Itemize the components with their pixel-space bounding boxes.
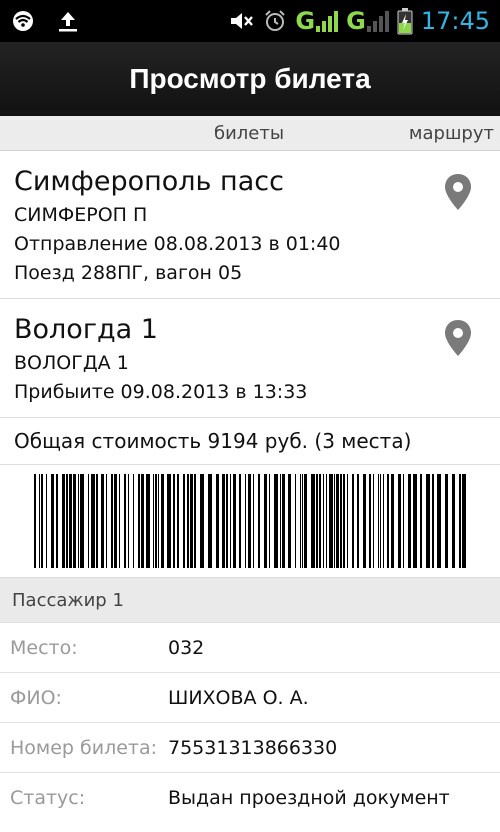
arrival-station-card: Вологда 1 ВОЛОГДА 1 Прибыите 09.08.2013 … xyxy=(0,299,500,418)
train-info: Поезд 288ПГ, вагон 05 xyxy=(14,262,243,284)
detail-row-name: ФИО: ШИХОВА О. А. xyxy=(0,672,500,722)
detail-row-ticket-number: Номер билета: 75531313866330 xyxy=(0,722,500,772)
barcode-bars xyxy=(34,474,466,568)
departure-station-card: Симферополь пасс СИМФЕРОП П Отправление … xyxy=(0,151,500,299)
mute-icon xyxy=(229,10,255,32)
detail-row-seat: Место: 032 xyxy=(0,622,500,672)
departure-datetime: Отправление 08.08.2013 в 01:40 xyxy=(14,233,341,255)
total-cost: Общая стоимость 9194 руб. (3 места) xyxy=(0,418,500,465)
arrival-datetime: Прибыите 09.08.2013 в 13:33 xyxy=(14,381,308,403)
detail-value: Выдан проездной документ xyxy=(168,786,450,809)
alarm-icon xyxy=(263,9,287,33)
action-bar: Просмотр билета xyxy=(0,42,500,116)
detail-label: Статус: xyxy=(10,786,86,809)
detail-value: 75531313866330 xyxy=(168,736,338,759)
detail-label: ФИО: xyxy=(10,686,62,709)
clock: 17:45 xyxy=(420,7,490,35)
network-type-2: G xyxy=(346,7,366,35)
arrival-station-code: ВОЛОГДА 1 xyxy=(14,352,129,374)
signal-g-icon: G xyxy=(295,7,339,35)
detail-value: ШИХОВА О. А. xyxy=(168,686,309,709)
passenger-header: Пассажир 1 xyxy=(0,577,500,622)
tab-route[interactable]: маршрут xyxy=(409,123,494,144)
upload-icon xyxy=(56,9,80,33)
status-bar: G G 17:45 xyxy=(0,0,500,42)
tab-strip: билеты маршрут xyxy=(0,116,500,151)
network-type-1: G xyxy=(295,7,315,35)
signal-g-icon: G xyxy=(346,7,389,35)
arrival-station-name: Вологда 1 xyxy=(14,314,158,345)
wifi-icon xyxy=(10,10,36,32)
map-pin-icon[interactable] xyxy=(444,173,472,215)
passenger-details: Место: 032 ФИО: ШИХОВА О. А. Номер билет… xyxy=(0,622,500,822)
detail-row-status: Статус: Выдан проездной документ xyxy=(0,772,500,822)
tab-tickets[interactable]: билеты xyxy=(214,123,284,144)
departure-station-code: СИМФЕРОП П xyxy=(14,204,148,226)
detail-label: Номер билета: xyxy=(10,736,158,759)
detail-label: Место: xyxy=(10,636,78,659)
ticket-barcode xyxy=(0,465,500,577)
detail-value: 032 xyxy=(168,636,205,659)
page-title: Просмотр билета xyxy=(129,63,371,94)
departure-station-name: Симферополь пасс xyxy=(14,166,284,197)
map-pin-icon[interactable] xyxy=(444,319,472,361)
battery-charging-icon xyxy=(397,7,413,35)
barcode-bar xyxy=(462,474,466,568)
